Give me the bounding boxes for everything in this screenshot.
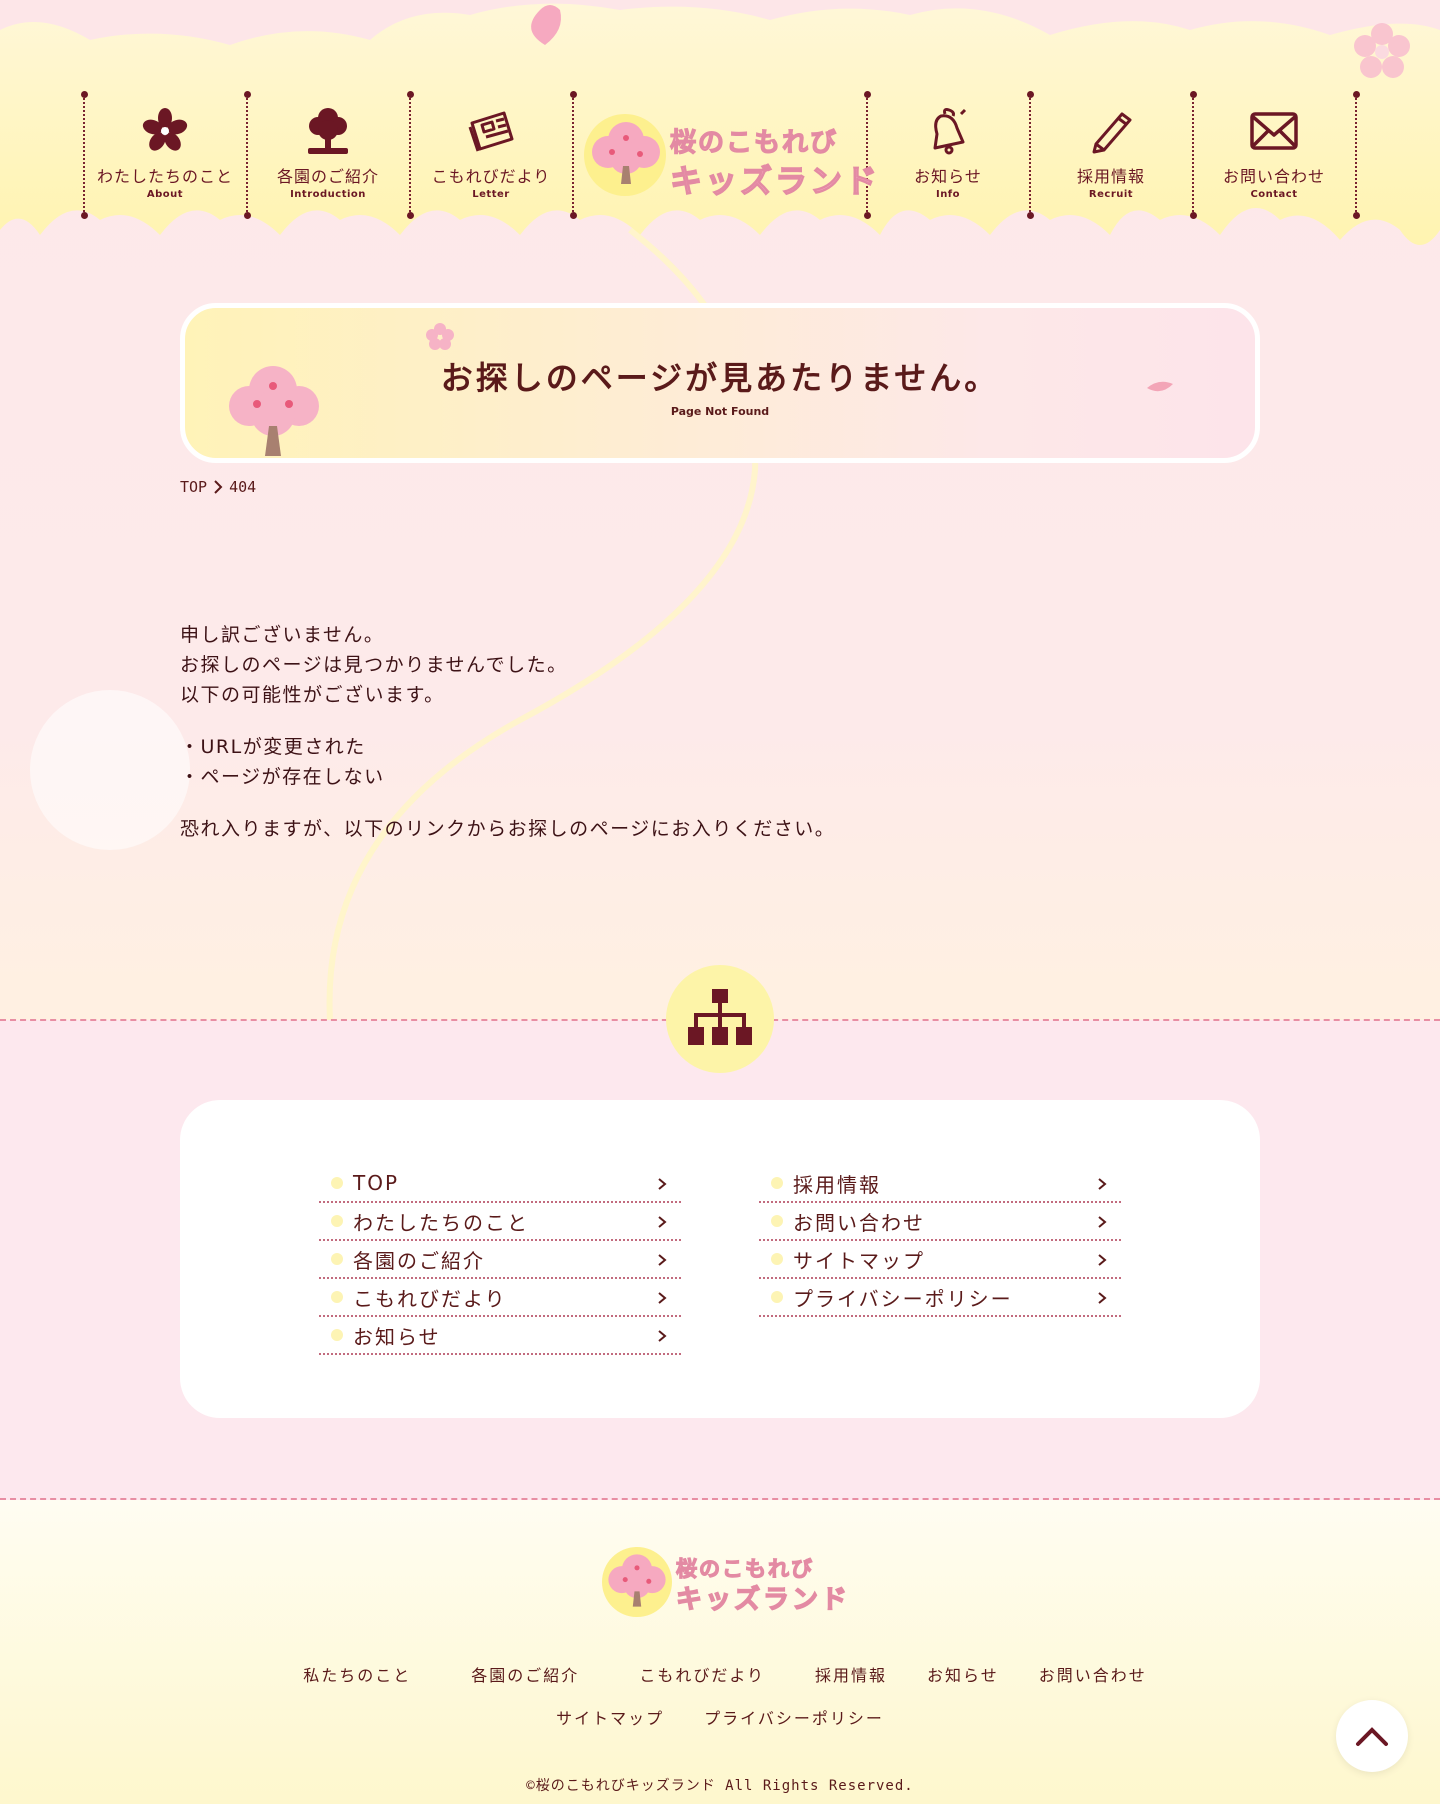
message-closing: 恐れ入りますが、以下のリンクからお探しのページにお入りください。 [180,818,836,840]
footer-nav: 私たちのこと 各園のご紹介 こもれびだより 採用情報 お知らせ お問い合わせ [0,1662,1440,1686]
copyright: ©桜のこもれびキッズランド All Rights Reserved. [526,1778,914,1794]
sitemap-link-contact[interactable]: お問い合わせ [759,1203,1121,1241]
footer-link-sitemap[interactable]: サイトマップ [556,1705,664,1729]
chevron-right-icon [1098,1292,1107,1304]
breadcrumb: TOP 404 [180,478,256,496]
message-line: 以下の可能性がございます。 [180,684,445,706]
chevron-right-icon [658,1178,667,1190]
chevron-right-icon [214,480,223,494]
footer-link-about[interactable]: 私たちのこと [303,1662,411,1686]
chevron-right-icon [658,1254,667,1266]
sitemap-link-label: 各園のご紹介 [353,1248,485,1273]
message-bullet: ・URLが変更された [180,736,366,758]
footer-link-introduction[interactable]: 各園のご紹介 [471,1662,579,1686]
sitemap-link-about[interactable]: わたしたちのこと [319,1203,681,1241]
logo-tree-icon [608,1554,666,1607]
sitemap-card: TOP わたしたちのこと 各園のご紹介 こもれびだより お知らせ 採用情報 お問… [180,1100,1260,1418]
logo-text-line2: キッズランド [675,1584,851,1615]
sitemap-link-sitemap[interactable]: サイトマップ [759,1241,1121,1279]
back-to-top-button[interactable] [1336,1700,1408,1772]
sitemap-link-letter[interactable]: こもれびだより [319,1279,681,1317]
chevron-right-icon [658,1330,667,1342]
footer-link-contact[interactable]: お問い合わせ [1039,1662,1147,1686]
sitemap-link-label: お知らせ [353,1324,441,1349]
chevron-up-icon [1356,1727,1388,1746]
footer-link-privacy[interactable]: プライバシーポリシー [704,1705,884,1729]
sitemap-link-label: TOP [353,1171,400,1195]
page-title: お探しのページが見あたりません。 [440,359,1000,397]
chevron-right-icon [1098,1216,1107,1228]
bullet-dot [771,1215,783,1227]
sitemap-link-introduction[interactable]: 各園のご紹介 [319,1241,681,1279]
footer-divider [0,1498,1440,1500]
footer-nav-secondary: サイトマップ プライバシーポリシー [0,1705,1440,1729]
page: わたしたちのこと About 各園のご紹介 Introduction こもれびだ… [0,0,1440,1804]
bullet-dot [331,1291,343,1303]
footer-link-letter[interactable]: こもれびだより [639,1662,765,1686]
sitemap-icon [688,989,752,1045]
bullet-dot [771,1177,783,1189]
bullet-dot [331,1329,343,1341]
footer-logo[interactable]: 桜のこもれび キッズランド [600,1545,860,1621]
chevron-right-icon [1098,1254,1107,1266]
sitemap-link-label: お問い合わせ [793,1210,925,1235]
chevron-right-icon [1098,1178,1107,1190]
breadcrumb-current: 404 [229,478,257,496]
message-bullet: ・ページが存在しない [180,766,385,788]
bullet-dot [771,1253,783,1265]
sitemap-link-label: わたしたちのこと [353,1210,529,1235]
message-line: 申し訳ございません。 [180,624,385,646]
sitemap-badge [666,965,774,1073]
decorative-curve [30,227,759,1021]
bullet-dot [331,1215,343,1227]
footer-link-recruit[interactable]: 採用情報 [815,1662,887,1686]
chevron-right-icon [658,1216,667,1228]
sitemap-link-label: プライバシーポリシー [793,1286,1013,1311]
sitemap-link-info[interactable]: お知らせ [319,1317,681,1355]
sitemap-link-top[interactable]: TOP [319,1165,681,1203]
sakura-petal-icon [426,323,454,350]
sitemap-link-privacy[interactable]: プライバシーポリシー [759,1279,1121,1317]
page-subtitle: Page Not Found [670,405,770,418]
page-title-banner: お探しのページが見あたりません。 Page Not Found [180,303,1260,463]
breadcrumb-top-link[interactable]: TOP [180,478,207,496]
sitemap-column-right: 採用情報 お問い合わせ サイトマップ プライバシーポリシー [759,1165,1121,1317]
message-line: お探しのページは見つかりませんでした。 [180,654,568,676]
bullet-dot [331,1177,343,1189]
sitemap-link-label: 採用情報 [793,1172,881,1197]
footer-link-info[interactable]: お知らせ [927,1662,999,1686]
sitemap-link-recruit[interactable]: 採用情報 [759,1165,1121,1203]
error-message: 申し訳ございません。 お探しのページは見つかりませんでした。 以下の可能性がござ… [180,620,835,844]
bullet-dot [331,1253,343,1265]
sitemap-link-label: こもれびだより [353,1286,507,1311]
chevron-right-icon [658,1292,667,1304]
bullet-dot [771,1291,783,1303]
sitemap-link-label: サイトマップ [793,1248,925,1273]
sitemap-column-left: TOP わたしたちのこと 各園のご紹介 こもれびだより お知らせ [319,1165,681,1355]
